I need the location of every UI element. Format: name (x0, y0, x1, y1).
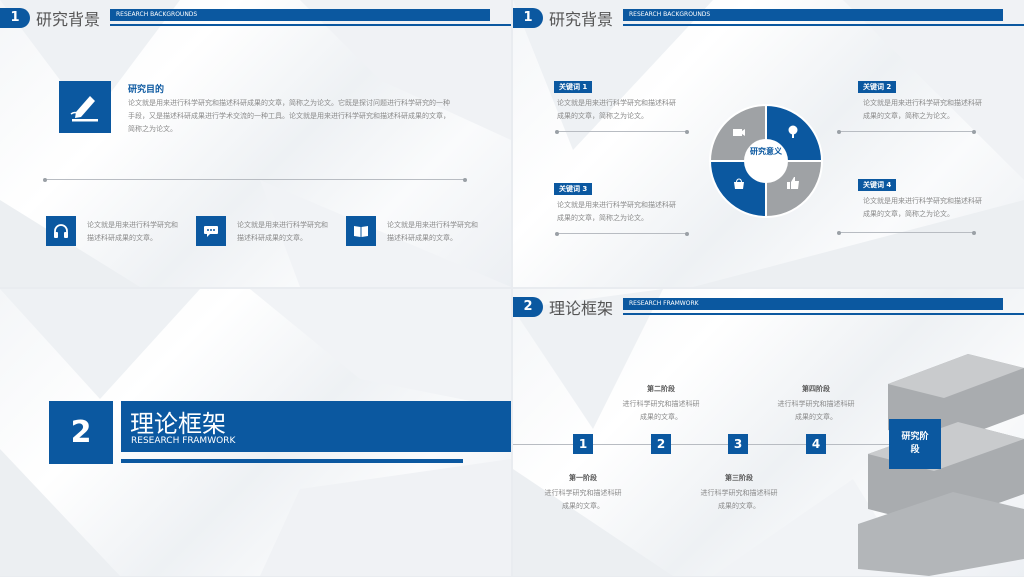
slide-research-background-2[interactable]: 1 研究背景 RESEARCH BACKGROUNDS 关键词 1 论文就是用来… (513, 0, 1024, 287)
book-icon (346, 216, 376, 246)
ring-center-label: 研究意义 (750, 147, 782, 156)
step-4-box: 4 (806, 434, 826, 454)
keyword-2-text: 论文就是用来进行科学研究和描述科研成果的文章，简称之为论文。 (863, 99, 982, 120)
step-4-title: 第四阶段 (802, 385, 830, 393)
section-banner: RESEARCH BACKGROUNDS (110, 9, 490, 21)
item-text-2: 论文就是用来进行科学研究和描述科研成果的文章。 (237, 221, 328, 242)
section-subtitle: RESEARCH FRAMWORK (131, 436, 236, 446)
section-number: 1 (513, 8, 543, 28)
keyword-1-text: 论文就是用来进行科学研究和描述科研成果的文章，简称之为论文。 (557, 99, 676, 120)
slide-research-background-1[interactable]: 1 研究背景 RESEARCH BACKGROUNDS 研究目的 论文就是用来进… (0, 0, 511, 287)
section-banner: RESEARCH BACKGROUNDS (623, 9, 1003, 21)
step-4-text: 进行科学研究和描述科研成果的文章。 (777, 400, 855, 421)
timeline-axis (513, 444, 893, 445)
purpose-heading: 研究目的 (128, 85, 165, 95)
section-banner: RESEARCH FRAMWORK (623, 298, 1003, 310)
section-title: 理论框架 (549, 299, 614, 318)
section-title: 理论框架 (130, 410, 226, 438)
section-underline (121, 459, 463, 463)
keyword-3-text: 论文就是用来进行科学研究和描述科研成果的文章，简称之为论文。 (557, 201, 676, 222)
keyword-1-label: 关键词 1 (554, 81, 593, 93)
slide-section-divider[interactable]: 2 理论框架 RESEARCH FRAMWORK (0, 289, 511, 576)
step-1-title: 第一阶段 (569, 474, 597, 482)
slide-theory-framework[interactable]: 2 理论框架 RESEARCH FRAMWORK 1 2 3 4 第一阶段 进行… (513, 289, 1024, 576)
pen-icon (59, 81, 111, 133)
section-title: 研究背景 (549, 10, 614, 29)
chat-icon (196, 216, 226, 246)
item-text-1: 论文就是用来进行科学研究和描述科研成果的文章。 (87, 221, 178, 242)
section-number: 2 (513, 297, 543, 317)
tree-icon (786, 124, 800, 143)
keyword-2-line (837, 129, 976, 134)
keyword-4-label: 关键词 4 (858, 179, 897, 191)
step-2-box: 2 (651, 434, 671, 454)
step-1-box: 1 (573, 434, 593, 454)
step-3-text: 进行科学研究和描述科研成果的文章。 (700, 489, 778, 510)
books-graphic (858, 354, 1024, 576)
section-title: 研究背景 (36, 10, 101, 29)
keyword-3-line (555, 231, 689, 236)
camera-icon (732, 124, 746, 143)
section-number: 1 (0, 8, 30, 28)
keyword-2-label: 关键词 2 (858, 81, 897, 93)
header-rule (623, 24, 1024, 26)
purpose-text: 论文就是用来进行科学研究和描述科研成果的文章，简称之为论文。它既是探讨问题进行科… (128, 99, 450, 133)
headphones-icon (46, 216, 76, 246)
research-stage-box: 研究阶段 (889, 419, 941, 469)
thumbs-up-icon (786, 175, 800, 194)
divider (43, 177, 467, 182)
step-2-title: 第二阶段 (647, 385, 675, 393)
step-3-box: 3 (728, 434, 748, 454)
significance-ring (708, 103, 824, 219)
item-text-3: 论文就是用来进行科学研究和描述科研成果的文章。 (387, 221, 478, 242)
keyword-4-line (837, 230, 976, 235)
step-2-text: 进行科学研究和描述科研成果的文章。 (622, 400, 700, 421)
bag-icon (732, 175, 746, 194)
section-number-box: 2 (49, 401, 113, 464)
keyword-3-label: 关键词 3 (554, 183, 593, 195)
step-3-title: 第三阶段 (725, 474, 753, 482)
step-1-text: 进行科学研究和描述科研成果的文章。 (544, 489, 622, 510)
header-rule (110, 24, 511, 26)
keyword-1-line (555, 129, 689, 134)
keyword-4-text: 论文就是用来进行科学研究和描述科研成果的文章，简称之为论文。 (863, 197, 982, 218)
header-rule (623, 313, 1024, 315)
